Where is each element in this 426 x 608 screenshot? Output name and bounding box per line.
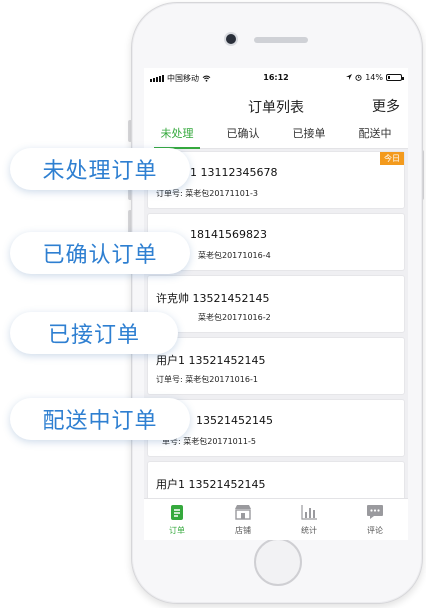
battery-percent: 14%: [365, 73, 383, 82]
store-icon: [235, 505, 251, 520]
customer-name-phone: 13521452145: [196, 414, 273, 427]
order-icon: [171, 505, 183, 520]
tab-orders[interactable]: 订单: [144, 499, 210, 540]
tab-store[interactable]: 店铺: [210, 499, 276, 540]
tab-store-label: 店铺: [235, 526, 251, 535]
callout-delivering-orders: 配送中订单: [10, 398, 190, 440]
home-button[interactable]: [254, 538, 302, 586]
order-number: 菜老包20171016-4: [198, 251, 271, 260]
today-badge: 今日: [380, 152, 404, 165]
location-icon: [346, 74, 353, 80]
comment-icon: [367, 505, 383, 519]
front-camera: [226, 34, 236, 44]
order-status-tabs: 未处理 已确认 已接单 配送中: [144, 122, 408, 149]
order-number: 订单号: 菜老包20171016-1: [156, 375, 258, 384]
order-number: 菜老包20171016-2: [198, 313, 271, 322]
customer-name-phone: 用户1 13521452145: [156, 354, 266, 367]
callout-label: 未处理订单: [42, 159, 158, 184]
tab-comments-label: 评论: [367, 526, 383, 535]
customer-name-phone: 许克帅 13521452145: [156, 292, 270, 305]
bottom-tab-bar: 订单 店铺 统计 评论: [144, 498, 408, 540]
alarm-icon: [355, 74, 362, 81]
tab-stats-label: 统计: [301, 526, 317, 535]
nav-bar: 订单列表 更多: [144, 88, 408, 122]
callout-confirmed-orders: 已确认订单: [10, 232, 190, 274]
page-title: 订单列表: [248, 100, 304, 116]
customer-name-phone: 18141569823: [190, 228, 267, 241]
app-screen: 中国移动 16:12 14% 订单列表 更多 未处理 已确认 已接单 配送中 1…: [144, 68, 408, 540]
tab-stats[interactable]: 统计: [276, 499, 342, 540]
callout-label: 已确认订单: [42, 243, 158, 268]
tab-delivering[interactable]: 配送中: [342, 122, 408, 148]
callout-label: 已接订单: [47, 323, 140, 348]
customer-name-phone: 用户1 13521452145: [156, 478, 266, 491]
tab-accepted[interactable]: 已接单: [276, 122, 342, 148]
more-button[interactable]: 更多: [372, 96, 400, 116]
callout-accepted-orders: 已接订单: [10, 312, 178, 354]
tab-orders-label: 订单: [169, 526, 185, 535]
callout-label: 配送中订单: [42, 409, 158, 434]
earpiece-speaker: [254, 37, 308, 43]
tab-unprocessed[interactable]: 未处理: [144, 122, 210, 149]
tab-comments[interactable]: 评论: [342, 499, 408, 540]
customer-name-phone: 1 13112345678: [190, 166, 278, 179]
callout-unprocessed-orders: 未处理订单: [10, 148, 190, 190]
status-bar: 中国移动 16:12 14%: [144, 68, 408, 88]
tab-confirmed[interactable]: 已确认: [210, 122, 276, 148]
order-card[interactable]: 用户1 13521452145 订单号: 菜老包20171016-1: [148, 338, 404, 394]
battery-icon: [386, 74, 404, 81]
order-card[interactable]: 许克帅 13521452145 菜老包20171016-2: [148, 276, 404, 332]
stats-icon: [301, 505, 317, 520]
